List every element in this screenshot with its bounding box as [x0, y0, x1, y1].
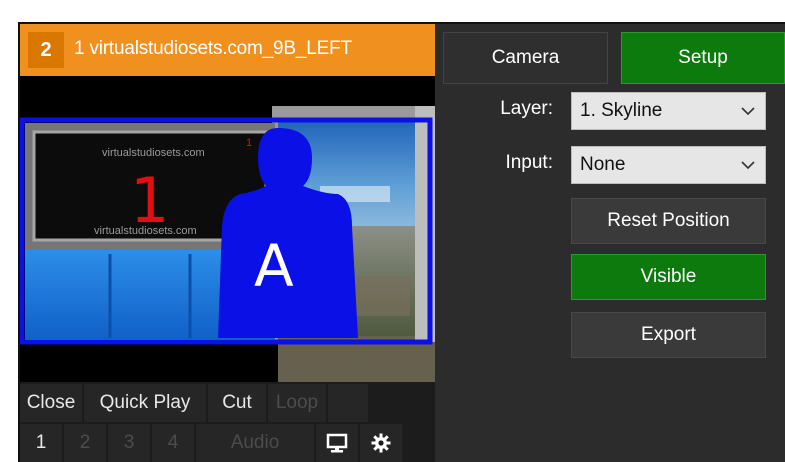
- blank-control: [328, 384, 368, 422]
- screen-corner: 1: [246, 137, 252, 149]
- tab-setup[interactable]: Setup: [621, 32, 785, 84]
- overlay-2-button[interactable]: 2: [64, 424, 106, 462]
- screen-top-text: virtualstudiosets.com: [102, 147, 205, 159]
- layer-select[interactable]: 1. Skyline: [571, 92, 766, 130]
- vmix-window: 2 1 virtualstudiosets.com_9B_LEFT virtua…: [18, 22, 785, 462]
- input-panel: 2 1 virtualstudiosets.com_9B_LEFT virtua…: [20, 24, 435, 462]
- input-preview[interactable]: virtualstudiosets.com 1 virtualstudioset…: [20, 76, 435, 382]
- setup-panel: Camera Setup Layer: 1. Skyline Input: No…: [435, 24, 785, 462]
- layer-select-value: 1. Skyline: [580, 100, 663, 121]
- overlay-4-button[interactable]: 4: [152, 424, 194, 462]
- reset-position-button[interactable]: Reset Position: [571, 198, 766, 244]
- cut-button[interactable]: Cut: [208, 384, 266, 422]
- close-button[interactable]: Close: [20, 384, 82, 422]
- screen-bottom-text: virtualstudiosets.com: [94, 225, 197, 237]
- input-number: 2: [28, 32, 64, 68]
- preview-scene: virtualstudiosets.com 1 virtualstudioset…: [20, 106, 435, 382]
- chevron-down-icon: [741, 161, 755, 170]
- tab-camera[interactable]: Camera: [443, 32, 608, 84]
- overlay-3-button[interactable]: 3: [108, 424, 150, 462]
- loop-button[interactable]: Loop: [268, 384, 326, 422]
- export-button[interactable]: Export: [571, 312, 766, 358]
- input-controls: Close Quick Play Cut Loop 1 2 3 4 Audio: [20, 382, 435, 462]
- monitor-icon[interactable]: [316, 424, 358, 462]
- input-title-bar[interactable]: 2 1 virtualstudiosets.com_9B_LEFT: [20, 24, 435, 76]
- visible-button[interactable]: Visible: [571, 254, 766, 300]
- audio-button[interactable]: Audio: [196, 424, 314, 462]
- quick-play-button[interactable]: Quick Play: [84, 384, 206, 422]
- gear-icon[interactable]: [360, 424, 402, 462]
- input-select[interactable]: None: [571, 146, 766, 184]
- input-select-value: None: [580, 154, 626, 175]
- input-label: Input:: [505, 152, 553, 173]
- person-letter: A: [254, 232, 294, 300]
- layer-label: Layer:: [500, 98, 553, 119]
- chevron-down-icon: [741, 107, 755, 116]
- input-title: 1 virtualstudiosets.com_9B_LEFT: [74, 38, 352, 59]
- overlay-1-button[interactable]: 1: [20, 424, 62, 462]
